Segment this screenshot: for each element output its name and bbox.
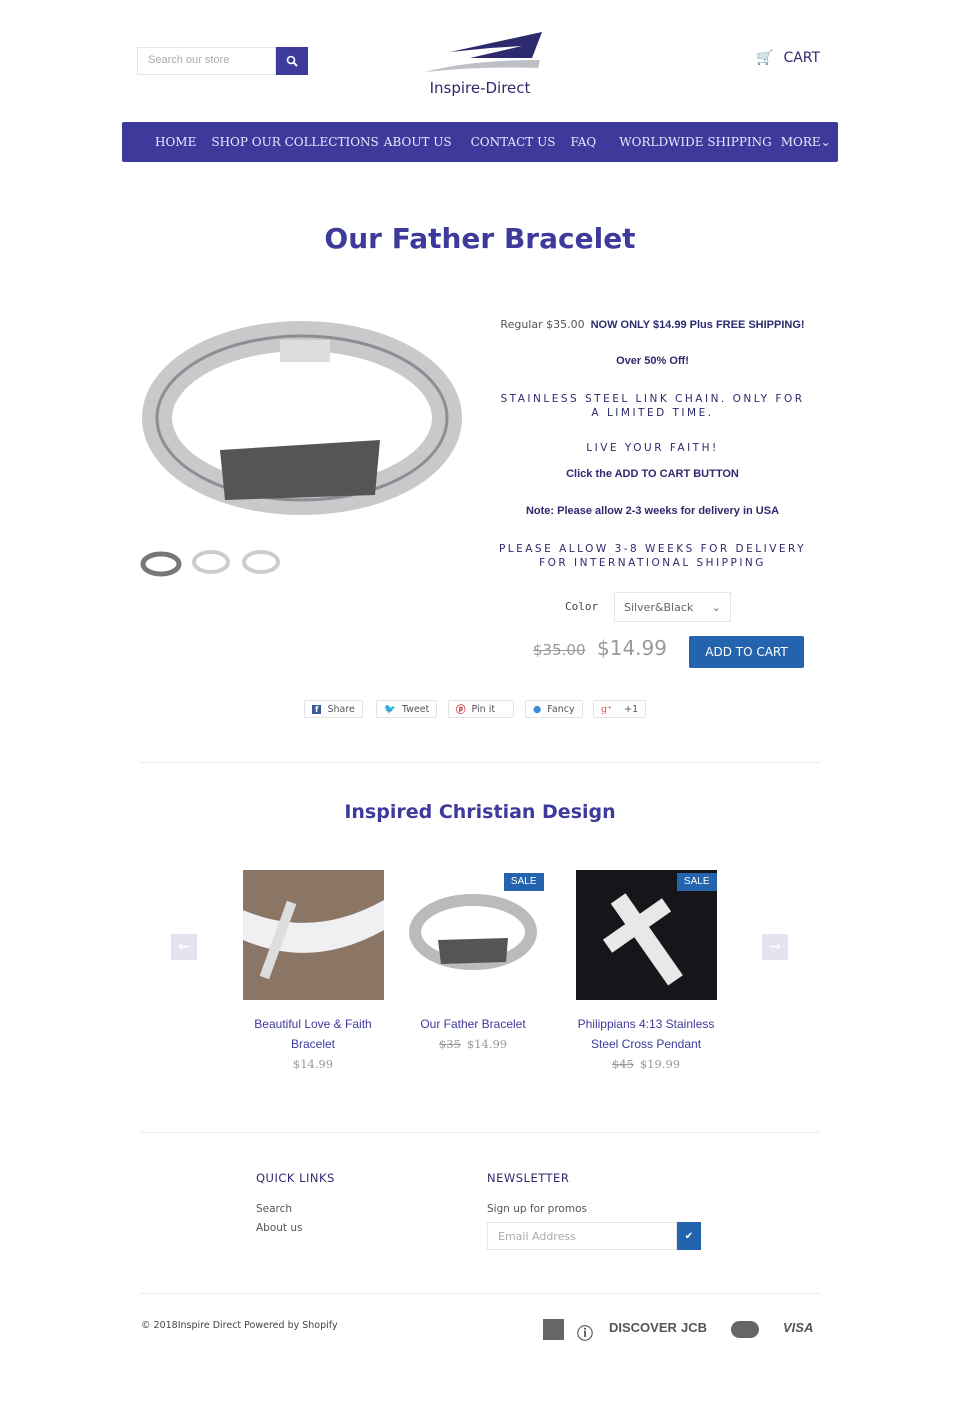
divider: [140, 1132, 820, 1133]
jcb-icon: JCB: [681, 1320, 708, 1335]
regular-price-text: Regular $35.00: [500, 318, 585, 331]
google-plus-icon: g⁺: [601, 703, 613, 715]
newsletter-text: Sign up for promos: [487, 1203, 587, 1215]
pin-button[interactable]: ⓟ Pin it: [448, 700, 514, 718]
twitter-icon: 🐦: [384, 703, 396, 715]
thumbnail[interactable]: [190, 545, 232, 579]
nav-shipping[interactable]: WORLDWIDE SHIPPING: [619, 135, 771, 149]
chevron-down-icon: ⌄: [820, 135, 831, 149]
thumbnail[interactable]: [240, 545, 282, 579]
google-plus-button[interactable]: g⁺ +1: [593, 700, 647, 718]
nav-collections[interactable]: SHOP OUR COLLECTIONS: [211, 135, 378, 149]
nav-more[interactable]: MORE⌄: [781, 135, 831, 149]
footer-link-about[interactable]: About us: [256, 1222, 303, 1234]
compare-price: $35.00: [533, 641, 586, 659]
tweet-button[interactable]: 🐦 Tweet: [376, 700, 438, 718]
nav-faq[interactable]: FAQ: [570, 135, 596, 149]
carousel-prev-button[interactable]: ←: [171, 934, 197, 960]
facebook-share-button[interactable]: f Share: [304, 700, 363, 718]
check-icon: ✔: [684, 1230, 694, 1242]
product-image: [242, 870, 384, 1000]
product-card[interactable]: SALE Philippians 4:13 Stainless Steel Cr…: [561, 870, 731, 1074]
thumbnail[interactable]: [140, 545, 182, 579]
pinterest-icon: ⓟ: [456, 705, 466, 716]
visa-icon: VISA: [783, 1320, 814, 1335]
email-input[interactable]: Email Address: [487, 1222, 677, 1250]
product-image[interactable]: [140, 300, 465, 528]
cart-icon: 🛒: [756, 50, 774, 66]
search-button[interactable]: [276, 47, 308, 75]
add-to-cart-button[interactable]: ADD TO CART: [689, 636, 804, 668]
international-note: PLEASE ALLOW 3-8 WEEKS FOR DELIVERY FOR …: [498, 543, 807, 569]
amex-icon: [543, 1319, 564, 1340]
description-line: LIVE YOUR FAITH!: [586, 442, 719, 454]
footer-link-search[interactable]: Search: [256, 1203, 292, 1215]
discover-icon: DISCOVER: [609, 1320, 677, 1335]
chevron-down-icon: ⌄: [711, 601, 721, 614]
product-image: SALE: [575, 870, 717, 1000]
search-input[interactable]: Search our store: [137, 47, 276, 75]
copyright: © 2018Inspire Direct Powered by Shopify: [141, 1320, 338, 1331]
logo[interactable]: Inspire-Direct: [410, 30, 550, 97]
divider: [140, 762, 820, 763]
subscribe-button[interactable]: ✔: [677, 1222, 701, 1250]
nav-contact[interactable]: CONTACT US: [471, 135, 556, 149]
product-card[interactable]: SALE Our Father Bracelet $35 $14.99: [388, 870, 558, 1054]
nav-about[interactable]: ABOUT US: [384, 135, 452, 149]
description-line: Click the ADD TO CART BUTTON: [566, 468, 739, 480]
facebook-icon: f: [312, 704, 322, 714]
fancy-icon: ●: [533, 703, 542, 715]
fancy-button[interactable]: ● Fancy: [525, 700, 583, 718]
related-title: Inspired Christian Design: [344, 801, 616, 823]
page-title: Our Father Bracelet: [324, 222, 636, 255]
color-select[interactable]: Silver&Black ⌄: [614, 592, 731, 622]
nav-home[interactable]: HOME: [155, 135, 196, 149]
delivery-note: Note: Please allow 2-3 weeks for deliver…: [525, 505, 780, 517]
product-image: SALE: [403, 870, 544, 1000]
product-price: $14.99: [597, 636, 667, 660]
search-icon: [286, 55, 298, 67]
product-card[interactable]: Beautiful Love & Faith Bracelet $14.99: [228, 870, 398, 1074]
sale-badge: SALE: [676, 873, 717, 891]
promo-text: NOW ONLY $14.99 Plus FREE SHIPPING!: [590, 319, 805, 331]
arrow-left-icon: ←: [178, 939, 190, 955]
mastercard-icon: [731, 1321, 759, 1338]
cart-link[interactable]: 🛒 CART: [756, 50, 820, 66]
description-line: STAINLESS STEEL LINK CHAIN. ONLY FOR A L…: [500, 393, 805, 419]
arrow-right-icon: →: [769, 939, 781, 955]
quick-links-title: QUICK LINKS: [256, 1171, 335, 1185]
sale-badge: SALE: [503, 873, 544, 891]
divider: [140, 1293, 820, 1294]
carousel-next-button[interactable]: →: [762, 934, 788, 960]
color-label: Color: [565, 600, 599, 613]
main-nav: HOME SHOP OUR COLLECTIONS ABOUT US CONTA…: [122, 122, 838, 162]
newsletter-title: NEWSLETTER: [487, 1171, 570, 1185]
diners-icon: ⓘ: [577, 1326, 594, 1343]
discount-text: Over 50% Off!: [616, 355, 689, 367]
